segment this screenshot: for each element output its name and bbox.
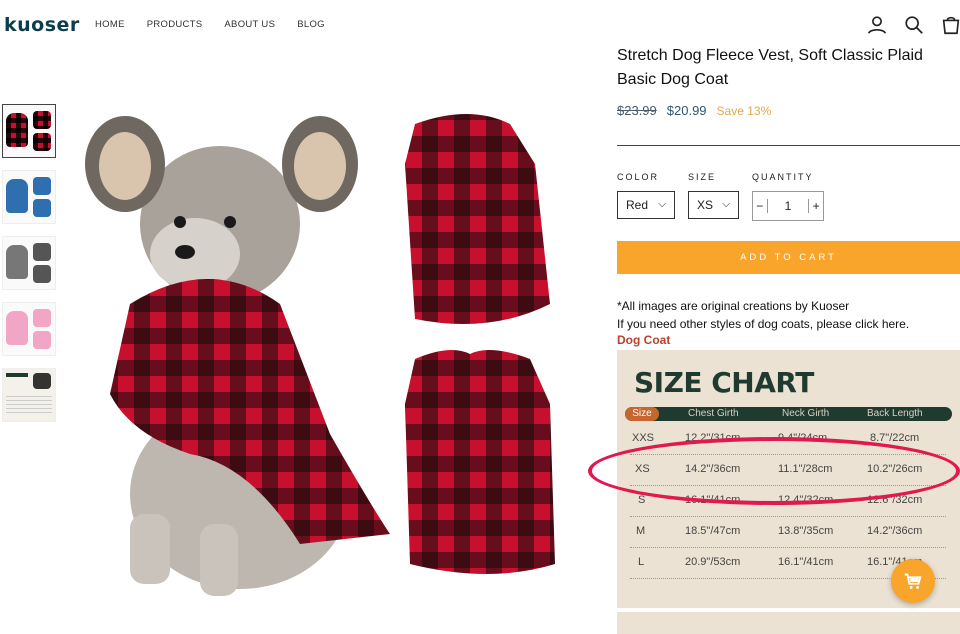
coat-figure [33, 243, 51, 261]
dog-silhouette [33, 373, 51, 389]
cart-icon[interactable] [940, 14, 960, 36]
back-cell: 14.2"/36cm [867, 525, 923, 537]
quantity-input[interactable]: 1 [768, 199, 809, 213]
quantity-plus-button[interactable]: + [808, 199, 823, 213]
chart-title-bar [6, 373, 28, 377]
color-label: COLOR [617, 172, 660, 182]
account-icon[interactable] [866, 14, 888, 36]
main-nav: HOME PRODUCTS ABOUT US BLOG [95, 19, 325, 30]
dog-figure [6, 245, 28, 279]
chevron-down-icon: ⌵ [722, 199, 730, 210]
header-size: Size [625, 407, 659, 421]
sale-price: $20.99 [666, 103, 707, 118]
coat-figure [33, 111, 51, 129]
dog-figure [6, 113, 28, 147]
size-cell: M [636, 525, 646, 537]
quantity-stepper: − 1 + [752, 191, 824, 221]
size-cell: S [638, 494, 646, 506]
chevron-down-icon: ⌵ [658, 199, 666, 210]
size-select[interactable]: XS ⌵ [688, 191, 739, 219]
chest-cell: 20.9"/53cm [685, 556, 741, 568]
coat-figure [33, 133, 51, 151]
dog-figure [6, 311, 28, 345]
neck-cell: 16.1"/41cm [778, 556, 834, 568]
product-note: *All images are original creations by Ku… [617, 297, 909, 333]
brand-logo[interactable]: kuoser [4, 14, 80, 36]
size-select-value: XS [697, 198, 714, 212]
cart-icon [904, 573, 922, 589]
thumbnail-blue-plaid[interactable] [2, 170, 56, 224]
note-line-2: If you need other styles of dog coats, p… [617, 317, 910, 331]
coat-figure [33, 331, 51, 349]
xs-row-highlight-circle [588, 437, 960, 505]
dog-coat-link[interactable]: Dog Coat [617, 333, 670, 347]
coat-figure [33, 177, 51, 195]
thumbnail-size-chart[interactable] [2, 368, 56, 422]
size-cell: L [638, 556, 645, 568]
thumbnail-gray-plaid[interactable] [2, 236, 56, 290]
coat-figure [33, 309, 51, 327]
header-neck-girth: Neck Girth [782, 408, 830, 419]
next-chart-image [617, 612, 960, 634]
size-chart-title: SIZE CHART [634, 366, 814, 399]
size-row-m: M 18.5"/47cm 13.8"/35cm 14.2"/36cm [630, 517, 946, 548]
nav-about-us[interactable]: ABOUT US [224, 19, 275, 30]
original-price: $23.99 [617, 103, 657, 118]
product-title: Stretch Dog Fleece Vest, Soft Classic Pl… [617, 47, 923, 88]
nav-home[interactable]: HOME [95, 19, 125, 30]
color-select-value: Red [626, 198, 649, 212]
thumbnail-red-plaid[interactable] [2, 104, 56, 158]
chest-cell: 18.5"/47cm [685, 525, 741, 537]
coat-figure [33, 199, 51, 217]
header-chest-girth: Chest Girth [688, 408, 739, 419]
add-to-cart-button[interactable]: ADD TO CART [617, 241, 960, 274]
dog-figure [6, 179, 28, 213]
size-chart-header: Size Chest Girth Neck Girth Back Length [625, 407, 952, 421]
note-line-1: *All images are original creations by Ku… [617, 299, 850, 313]
save-badge: Save 13% [716, 104, 772, 118]
color-select[interactable]: Red ⌵ [617, 191, 675, 219]
quantity-label: QUANTITY [752, 172, 814, 182]
price-row: $23.99 $20.99 Save 13% [617, 103, 771, 118]
chart-rows [6, 393, 52, 413]
nav-products[interactable]: PRODUCTS [147, 19, 203, 30]
quantity-minus-button[interactable]: − [753, 199, 768, 213]
product-photo [85, 114, 555, 596]
nav-blog[interactable]: BLOG [297, 19, 325, 30]
site-header: kuoser HOME PRODUCTS ABOUT US BLOG [0, 0, 960, 50]
header-back-length: Back Length [867, 408, 923, 419]
thumbnail-pink-plaid[interactable] [2, 302, 56, 356]
floating-cart-button[interactable] [891, 559, 935, 603]
divider [617, 145, 960, 146]
coat-figure [33, 265, 51, 283]
size-label: SIZE [688, 172, 717, 182]
neck-cell: 13.8"/35cm [778, 525, 834, 537]
main-product-image[interactable] [70, 104, 570, 604]
size-cell: XXS [632, 432, 655, 444]
search-icon[interactable] [903, 14, 925, 36]
